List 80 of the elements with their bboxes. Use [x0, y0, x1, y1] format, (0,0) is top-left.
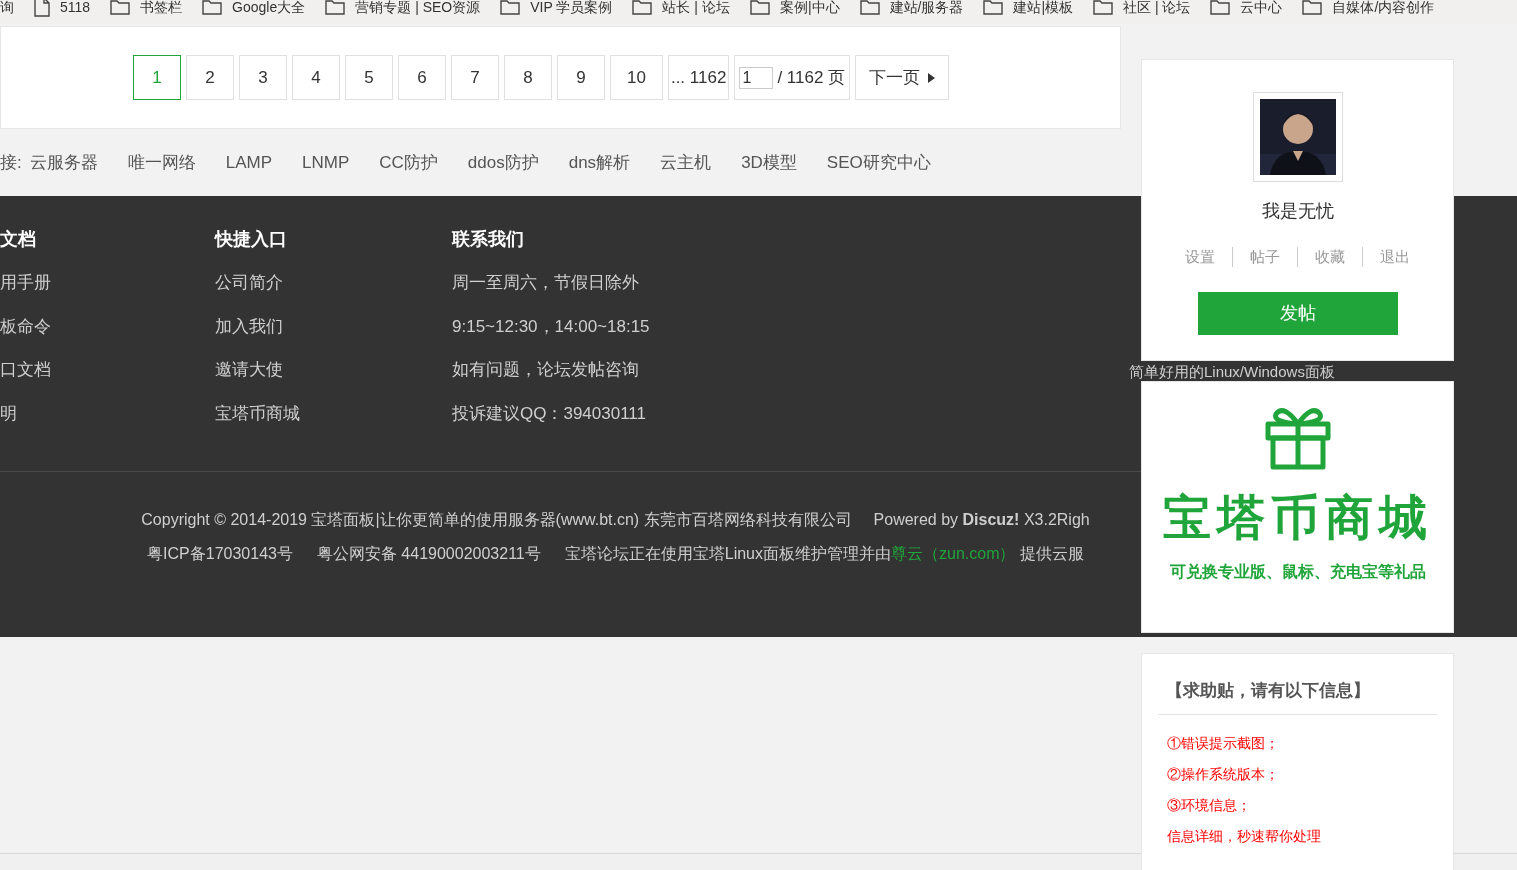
police-link[interactable]: 粤公网安备 44190002003211号 [316, 542, 541, 566]
user-name[interactable]: 我是无忧 [1261, 198, 1334, 225]
friend-link[interactable]: 云主机 [660, 149, 712, 176]
page-total: / 1162 页 [777, 66, 846, 89]
folder-icon [1302, 0, 1323, 15]
page-icon [34, 0, 50, 17]
bookmark-item[interactable]: 案例|中心 [779, 0, 840, 18]
folder-icon [1093, 0, 1114, 15]
bookmark-item[interactable]: Google大全 [232, 0, 306, 18]
links-label: 接: [0, 151, 22, 174]
footer-link[interactable]: 加入我们 [215, 313, 452, 339]
footer-link[interactable]: 明 [0, 400, 215, 426]
powered-by-text: Powered by Discuz! X3.2Righ [873, 510, 1090, 530]
icp-link[interactable]: 粤ICP备17030143号 [147, 542, 293, 566]
folder-icon [859, 0, 880, 15]
help-line: ①错误提示截图； [1167, 733, 1280, 753]
footer-link[interactable]: 板命令 [0, 313, 215, 339]
friend-link[interactable]: LAMP [225, 149, 273, 176]
friend-link[interactable]: dns解析 [568, 149, 631, 176]
folder-icon [632, 0, 653, 15]
footer-link[interactable]: 投诉建议QQ：394030111 [452, 400, 952, 426]
footer-link[interactable]: 9:15~12:30，14:00~18:15 [452, 313, 952, 339]
help-line: ③环境信息； [1167, 795, 1252, 815]
page-button[interactable]: 8 [504, 55, 552, 100]
folder-icon [110, 0, 131, 15]
bookmark-item[interactable]: 社区 | 论坛 [1123, 0, 1191, 18]
help-title: 【求助贴，请有以下信息】 [1158, 678, 1437, 715]
bookmark-item[interactable]: 5118 [60, 0, 91, 18]
bookmark-item[interactable]: 自媒体/内容创作 [1332, 0, 1435, 18]
friend-link[interactable]: LNMP [302, 149, 350, 176]
bookmark-item[interactable]: 站长 | 论坛 [662, 0, 730, 18]
page-button[interactable]: 7 [451, 55, 499, 100]
footer-link[interactable]: 如有问题，论坛发帖咨询 [452, 357, 952, 383]
page-button[interactable]: 5 [345, 55, 393, 100]
folder-icon [500, 0, 521, 15]
footer-link[interactable]: 公司简介 [215, 270, 452, 296]
tagline-text: 简单好用的Linux/Windows面板 [1129, 363, 1335, 380]
help-line: ②操作系统版本； [1167, 764, 1280, 784]
promo-title: 宝塔币商城 [1162, 490, 1433, 546]
footer-link[interactable]: 用手册 [0, 270, 215, 296]
page-button[interactable]: 6 [398, 55, 446, 100]
friend-link[interactable]: CC防护 [379, 149, 438, 176]
friend-link[interactable]: 云服务器 [29, 149, 98, 176]
zun-link[interactable]: 尊云（zun.com） [891, 545, 1016, 562]
footer-link[interactable]: 宝塔币商城 [215, 400, 452, 426]
folder-icon [1210, 0, 1231, 15]
page-button[interactable]: ... 1162 [667, 55, 730, 100]
help-line: 信息详细，秒速帮你处理 [1167, 826, 1322, 846]
footer-heading: 文档 [0, 228, 37, 251]
page-button[interactable]: 3 [239, 55, 287, 100]
footer-heading: 快捷入口 [215, 228, 288, 251]
footer-link[interactable]: 邀请大使 [215, 357, 452, 383]
page-button[interactable]: 9 [557, 55, 605, 100]
page-input[interactable]: 1 [739, 66, 774, 89]
friend-link[interactable]: ddos防护 [467, 149, 539, 176]
folder-icon [983, 0, 1004, 15]
friend-link[interactable]: 唯一网络 [127, 149, 196, 176]
folder-icon [325, 0, 346, 15]
friend-link[interactable]: 3D模型 [741, 149, 797, 176]
footer-heading: 联系我们 [452, 228, 525, 251]
promo-subtitle: 可兑换专业版、鼠标、充电宝等礼品 [1169, 562, 1426, 582]
hosting-notice: 宝塔论坛正在使用宝塔Linux面板维护管理并由尊云（zun.com） 提供云服 [564, 544, 1084, 564]
page-button[interactable]: 4 [292, 55, 340, 100]
bookmark-item[interactable]: 云中心 [1240, 0, 1283, 18]
next-page-button[interactable]: 下一页 [855, 55, 950, 100]
bookmark-item[interactable]: 建站/服务器 [889, 0, 964, 18]
folder-icon [202, 0, 223, 15]
bookmark-item[interactable]: 建站|模板 [1013, 0, 1074, 18]
caret-icon [928, 72, 936, 83]
folder-icon [749, 0, 770, 15]
bookmark-item[interactable]: 询 [0, 0, 14, 18]
page-button[interactable]: 10 [610, 55, 663, 100]
bookmark-item[interactable]: VIP 学员案例 [530, 0, 613, 18]
footer-link[interactable]: 口文档 [0, 357, 215, 383]
bookmark-item[interactable]: 营销专题 | SEO资源 [355, 0, 481, 18]
friend-link[interactable]: SEO研究中心 [826, 149, 931, 176]
footer-link[interactable]: 周一至周六，节假日除外 [452, 270, 952, 296]
bookmark-item[interactable]: 书签栏 [140, 0, 183, 18]
copyright-text: Copyright © 2014-2019 宝塔面板|让你更简单的使用服务器(www.bt.cn) 东莞市百塔网络科技有限公司 [141, 510, 852, 530]
page-button[interactable]: 2 [186, 55, 234, 100]
